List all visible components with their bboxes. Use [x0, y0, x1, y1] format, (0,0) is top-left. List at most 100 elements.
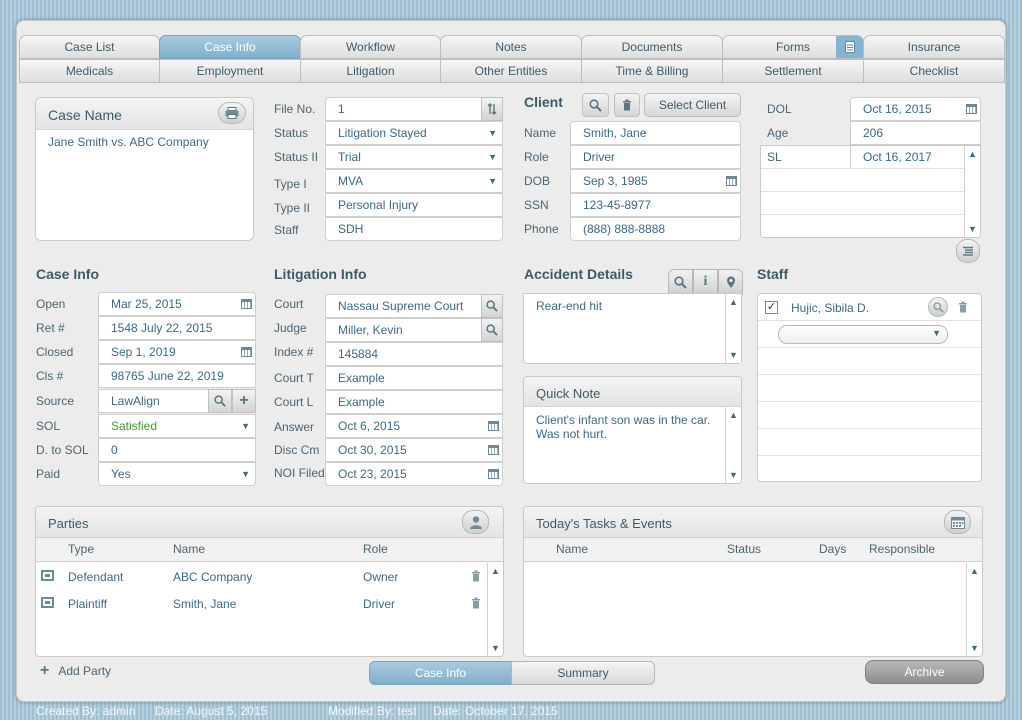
col-type[interactable]: Type [68, 542, 94, 556]
tasks-scrollbar[interactable]: ▲ ▼ [966, 563, 982, 656]
staff-select-dropdown[interactable]: ▼ [778, 325, 948, 344]
case-name-value[interactable]: Jane Smith vs. ABC Company [48, 135, 209, 149]
client-ssn-field[interactable]: 123-45-8977 [570, 193, 741, 217]
tab-case-list[interactable]: Case List [19, 35, 160, 59]
list-icon[interactable] [956, 239, 980, 263]
summary-toggle[interactable]: Summary [511, 661, 655, 685]
tab-documents[interactable]: Documents [581, 35, 723, 59]
archive-button[interactable]: Archive [865, 660, 984, 684]
tab-notes[interactable]: Notes [440, 35, 582, 59]
col-role[interactable]: Role [363, 542, 388, 556]
sol-dropdown[interactable]: Satisfied [98, 414, 256, 438]
add-party-button[interactable]: + Add Party [40, 662, 111, 680]
client-role-field[interactable]: Driver [570, 145, 741, 169]
scroll-down-icon[interactable]: ▼ [726, 350, 741, 360]
tab-insurance[interactable]: Insurance [863, 35, 1005, 59]
info-icon[interactable]: i [693, 269, 718, 295]
judge-search-icon[interactable] [481, 318, 503, 342]
paid-dropdown[interactable]: Yes [98, 462, 256, 486]
col-days[interactable]: Days [819, 542, 846, 556]
closed-field[interactable]: Sep 1, 2019 [98, 340, 256, 364]
sl-row[interactable]: SL Oct 16, 2017 [761, 146, 964, 169]
forms-icon[interactable] [836, 36, 863, 58]
party-trash-icon[interactable] [471, 570, 481, 585]
scroll-up-icon[interactable]: ▲ [967, 566, 982, 576]
quick-note-scrollbar[interactable]: ▲ ▼ [725, 407, 741, 483]
print-icon[interactable] [218, 102, 246, 124]
court-search-icon[interactable] [481, 294, 503, 318]
client-trash-icon[interactable] [614, 93, 640, 117]
tab-case-info[interactable]: Case Info [159, 35, 301, 59]
ret-field[interactable]: 1548 July 22, 2015 [98, 316, 256, 340]
scroll-up-icon[interactable]: ▲ [488, 566, 503, 576]
accident-details-box[interactable]: Rear-end hit ▲ ▼ [523, 293, 742, 364]
open-field[interactable]: Mar 25, 2015 [98, 292, 256, 316]
tab-workflow[interactable]: Workflow [300, 35, 441, 59]
case-info-toggle[interactable]: Case Info [369, 661, 512, 685]
party-card-icon[interactable] [41, 597, 54, 608]
tab-litigation[interactable]: Litigation [300, 59, 441, 83]
select-client-button[interactable]: Select Client [644, 93, 741, 117]
party-row[interactable]: Defendant ABC Company Owner [36, 563, 487, 590]
col-status[interactable]: Status [727, 542, 761, 556]
court-field[interactable]: Nassau Supreme Court [325, 294, 503, 318]
scroll-down-icon[interactable]: ▼ [967, 643, 982, 653]
calendar-icon[interactable] [488, 421, 499, 431]
sort-icon[interactable] [481, 97, 503, 121]
col-name[interactable]: Name [173, 542, 205, 556]
scroll-up-icon[interactable]: ▲ [726, 297, 741, 307]
cls-field[interactable]: 98765 June 22, 2019 [98, 364, 256, 388]
party-card-icon[interactable] [41, 570, 54, 581]
scroll-down-icon[interactable]: ▼ [726, 470, 741, 480]
sl-scrollbar[interactable]: ▲ ▼ [964, 146, 980, 237]
quick-note-text[interactable]: Client's infant son was in the car. Was … [536, 413, 716, 441]
scroll-up-icon[interactable]: ▲ [726, 410, 741, 420]
status-ii-dropdown[interactable]: Trial [325, 145, 503, 169]
tab-other-entities[interactable]: Other Entities [440, 59, 582, 83]
tab-employment[interactable]: Employment [159, 59, 301, 83]
party-row[interactable]: Plaintiff Smith, Jane Driver [36, 590, 487, 617]
staff-row[interactable]: ✓ Hujic, Sibila D. [758, 294, 981, 321]
client-name-field[interactable]: Smith, Jane [570, 121, 741, 145]
client-dob-field[interactable]: Sep 3, 1985 [570, 169, 741, 193]
status-dropdown[interactable]: Litigation Stayed [325, 121, 503, 145]
index-field[interactable]: 145884 [325, 342, 503, 366]
dol-field[interactable]: Oct 16, 2015 [850, 97, 981, 121]
disc-cm-field[interactable]: Oct 30, 2015 [325, 438, 503, 462]
source-search-icon[interactable] [208, 389, 232, 413]
staff-search-icon[interactable] [928, 297, 948, 317]
type-i-dropdown[interactable]: MVA [325, 169, 503, 193]
map-pin-icon[interactable] [718, 269, 743, 295]
noi-filed-field[interactable]: Oct 23, 2015 [325, 462, 503, 486]
tab-time-billing[interactable]: Time & Billing [581, 59, 723, 83]
party-trash-icon[interactable] [471, 597, 481, 612]
judge-field[interactable]: Miller, Kevin [325, 318, 503, 342]
calendar-icon[interactable] [726, 176, 737, 186]
col-responsible[interactable]: Responsible [869, 542, 935, 556]
scroll-down-icon[interactable]: ▼ [965, 224, 980, 234]
calendar-icon[interactable] [488, 445, 499, 455]
tab-medicals[interactable]: Medicals [19, 59, 160, 83]
tab-checklist[interactable]: Checklist [863, 59, 1005, 83]
staff-trash-icon[interactable] [958, 301, 968, 316]
scroll-down-icon[interactable]: ▼ [488, 643, 503, 653]
calendar-icon[interactable] [966, 104, 977, 114]
calendar-icon[interactable] [488, 469, 499, 479]
calendar-icon[interactable] [944, 510, 971, 534]
accident-scrollbar[interactable]: ▲ ▼ [725, 294, 741, 363]
staff-field[interactable]: SDH [325, 217, 503, 241]
file-no-field[interactable]: 1 [325, 97, 503, 121]
calendar-icon[interactable] [241, 299, 252, 309]
col-name[interactable]: Name [556, 542, 588, 556]
scroll-up-icon[interactable]: ▲ [965, 149, 980, 159]
calendar-icon[interactable] [241, 347, 252, 357]
client-phone-field[interactable]: (888) 888-8888 [570, 217, 741, 241]
type-ii-field[interactable]: Personal Injury [325, 193, 503, 217]
client-search-icon[interactable] [582, 93, 609, 117]
accident-search-icon[interactable] [668, 269, 693, 295]
court-l-field[interactable]: Example [325, 390, 503, 414]
answer-field[interactable]: Oct 6, 2015 [325, 414, 503, 438]
add-icon[interactable]: + [232, 389, 256, 413]
checkbox-icon[interactable]: ✓ [765, 301, 778, 314]
person-icon[interactable] [462, 510, 489, 534]
